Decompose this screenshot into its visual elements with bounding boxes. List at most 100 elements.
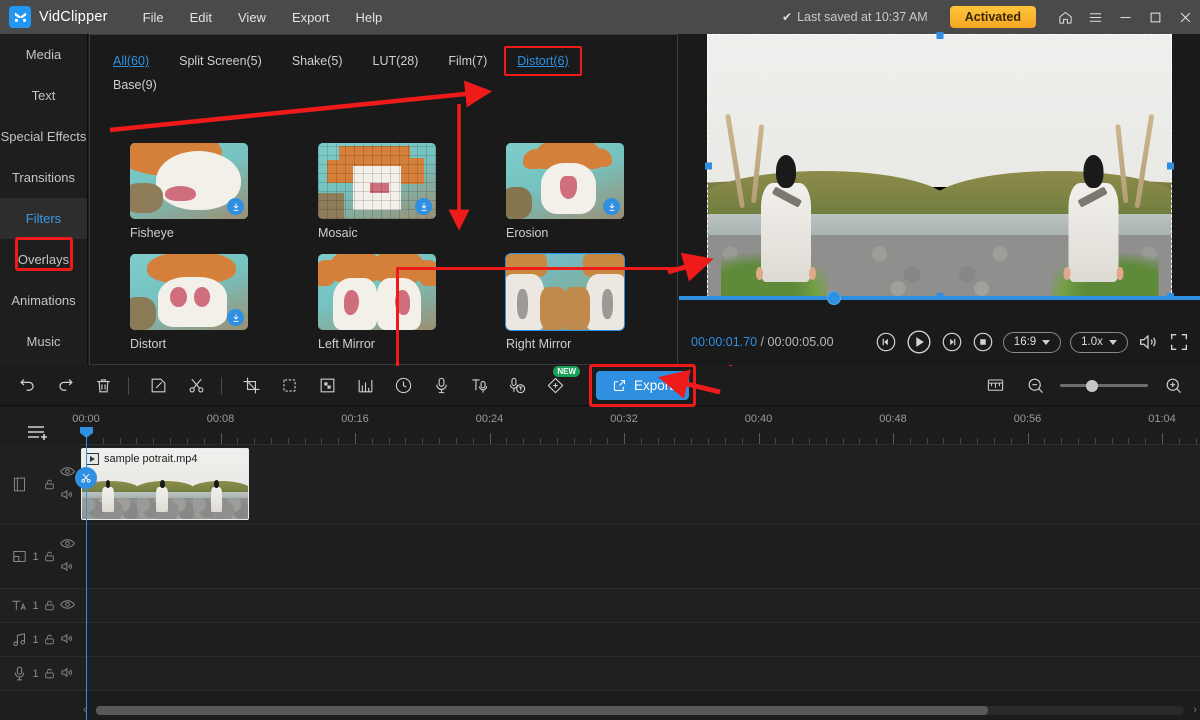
split-handle-icon[interactable]	[75, 467, 97, 489]
tab-all[interactable]: All(60)	[104, 49, 158, 73]
volume-icon[interactable]	[60, 488, 75, 504]
handle-top-center[interactable]	[936, 32, 943, 39]
preview-scrubber[interactable]	[679, 291, 1200, 305]
add-track-icon[interactable]	[26, 422, 52, 447]
menu-view[interactable]: View	[225, 6, 279, 29]
delete-icon[interactable]	[88, 371, 118, 401]
scrubber-knob[interactable]	[827, 291, 841, 305]
aspect-ratio-select[interactable]: 16:9	[1003, 331, 1061, 353]
stop-icon[interactable]	[972, 331, 994, 353]
unlock-icon[interactable]	[41, 667, 57, 680]
close-icon[interactable]	[1170, 0, 1200, 34]
unlock-icon[interactable]	[41, 478, 57, 491]
tab-base[interactable]: Base(9)	[104, 73, 166, 97]
activated-badge[interactable]: Activated	[949, 6, 1036, 28]
sidebar-item-animations[interactable]: Animations	[0, 280, 87, 321]
download-icon[interactable]	[227, 309, 244, 326]
filter-thumbnail[interactable]	[130, 143, 248, 219]
tab-split-screen[interactable]: Split Screen(5)	[170, 49, 271, 73]
filter-item-left-mirror[interactable]: Left Mirror	[278, 254, 466, 351]
zoom-slider[interactable]	[1060, 379, 1148, 392]
sidebar-item-special-effects[interactable]: Special Effects	[0, 116, 87, 157]
filter-thumbnail[interactable]	[506, 143, 624, 219]
sidebar-item-transitions[interactable]: Transitions	[0, 157, 87, 198]
zoom-out-icon[interactable]	[1020, 371, 1050, 401]
sidebar-item-text[interactable]: Text	[0, 75, 87, 116]
filter-thumbnail[interactable]	[505, 253, 625, 331]
ai-effects-icon[interactable]: NEW	[540, 365, 580, 401]
home-icon[interactable]	[1050, 0, 1080, 34]
menu-icon[interactable]	[1080, 0, 1110, 34]
filter-item-distort[interactable]: Distort	[90, 254, 278, 351]
track-body-text[interactable]	[80, 589, 1200, 622]
split-icon[interactable]	[181, 371, 211, 401]
scroll-left-icon[interactable]: ‹	[80, 704, 90, 716]
maximize-icon[interactable]	[1140, 0, 1170, 34]
eye-icon[interactable]	[60, 598, 75, 614]
sidebar-item-overlays[interactable]: Overlays	[0, 239, 87, 280]
timeline-ruler[interactable]: 00:00 00:08 00:16 00:24 00:32 00:40 00:48 00:56…	[72, 407, 1200, 445]
tab-distort[interactable]: Distort(6)	[508, 49, 577, 73]
next-frame-icon[interactable]	[941, 331, 963, 353]
speech-to-text-icon[interactable]	[502, 371, 532, 401]
filter-item-mosaic[interactable]: Mosaic	[278, 143, 466, 240]
play-icon[interactable]	[906, 329, 932, 355]
text-to-speech-icon[interactable]	[464, 371, 494, 401]
filter-item-fisheye[interactable]: Fisheye	[90, 143, 278, 240]
track-body-voiceover[interactable]	[80, 657, 1200, 690]
menu-help[interactable]: Help	[343, 6, 396, 29]
download-icon[interactable]	[227, 198, 244, 215]
filter-item-right-mirror[interactable]: Right Mirror	[466, 253, 654, 351]
tab-lut[interactable]: LUT(28)	[364, 49, 428, 73]
volume-icon[interactable]	[60, 632, 75, 648]
record-voiceover-icon[interactable]	[426, 371, 456, 401]
scrollbar-thumb[interactable]	[95, 705, 989, 715]
volume-icon[interactable]	[60, 560, 75, 576]
timeline-clip[interactable]: sample potrait.mp4	[81, 448, 249, 520]
fit-to-screen-icon[interactable]	[980, 371, 1010, 401]
filter-thumbnail[interactable]	[318, 254, 436, 330]
tab-film[interactable]: Film(7)	[439, 49, 496, 73]
zoom-in-icon[interactable]	[1158, 371, 1188, 401]
handle-middle-right[interactable]	[1167, 162, 1174, 170]
menu-edit[interactable]: Edit	[177, 6, 225, 29]
scrollbar-track[interactable]	[95, 705, 1185, 715]
speed-icon[interactable]	[388, 371, 418, 401]
undo-icon[interactable]	[12, 371, 42, 401]
edit-icon[interactable]	[143, 371, 173, 401]
menu-file[interactable]: File	[130, 6, 177, 29]
handle-middle-left[interactable]	[705, 162, 712, 170]
download-icon[interactable]	[603, 198, 620, 215]
unlock-icon[interactable]	[41, 550, 57, 563]
selection-outline[interactable]	[705, 32, 1174, 300]
preview-stage[interactable]	[705, 32, 1174, 300]
track-body-overlay[interactable]	[80, 525, 1200, 588]
volume-icon[interactable]	[1137, 331, 1159, 353]
menu-export[interactable]: Export	[279, 6, 343, 29]
unlock-icon[interactable]	[41, 599, 57, 612]
sidebar-item-music[interactable]: Music	[0, 321, 87, 362]
audio-mixer-icon[interactable]	[350, 371, 380, 401]
download-icon[interactable]	[415, 198, 432, 215]
redo-icon[interactable]	[50, 371, 80, 401]
volume-icon[interactable]	[60, 666, 75, 682]
previous-frame-icon[interactable]	[875, 331, 897, 353]
sidebar-item-filters[interactable]: Filters	[0, 198, 87, 239]
playback-speed-select[interactable]: 1.0x	[1070, 331, 1128, 353]
crop-icon[interactable]	[236, 371, 266, 401]
tab-shake[interactable]: Shake(5)	[283, 49, 352, 73]
track-body-video[interactable]: sample potrait.mp4	[75, 445, 1200, 524]
sidebar-item-media[interactable]: Media	[0, 34, 87, 75]
filter-thumbnail[interactable]	[318, 143, 436, 219]
unlock-icon[interactable]	[41, 633, 57, 646]
mask-icon[interactable]	[274, 371, 304, 401]
scroll-right-icon[interactable]: ›	[1190, 704, 1200, 716]
filter-thumbnail[interactable]	[130, 254, 248, 330]
eye-icon[interactable]	[60, 537, 75, 553]
filter-item-erosion[interactable]: Erosion	[466, 143, 654, 240]
track-body-music[interactable]	[80, 623, 1200, 656]
zoom-slider-knob[interactable]	[1086, 379, 1098, 392]
minimize-icon[interactable]	[1110, 0, 1140, 34]
chroma-key-icon[interactable]	[312, 371, 342, 401]
eye-icon[interactable]	[60, 465, 75, 481]
